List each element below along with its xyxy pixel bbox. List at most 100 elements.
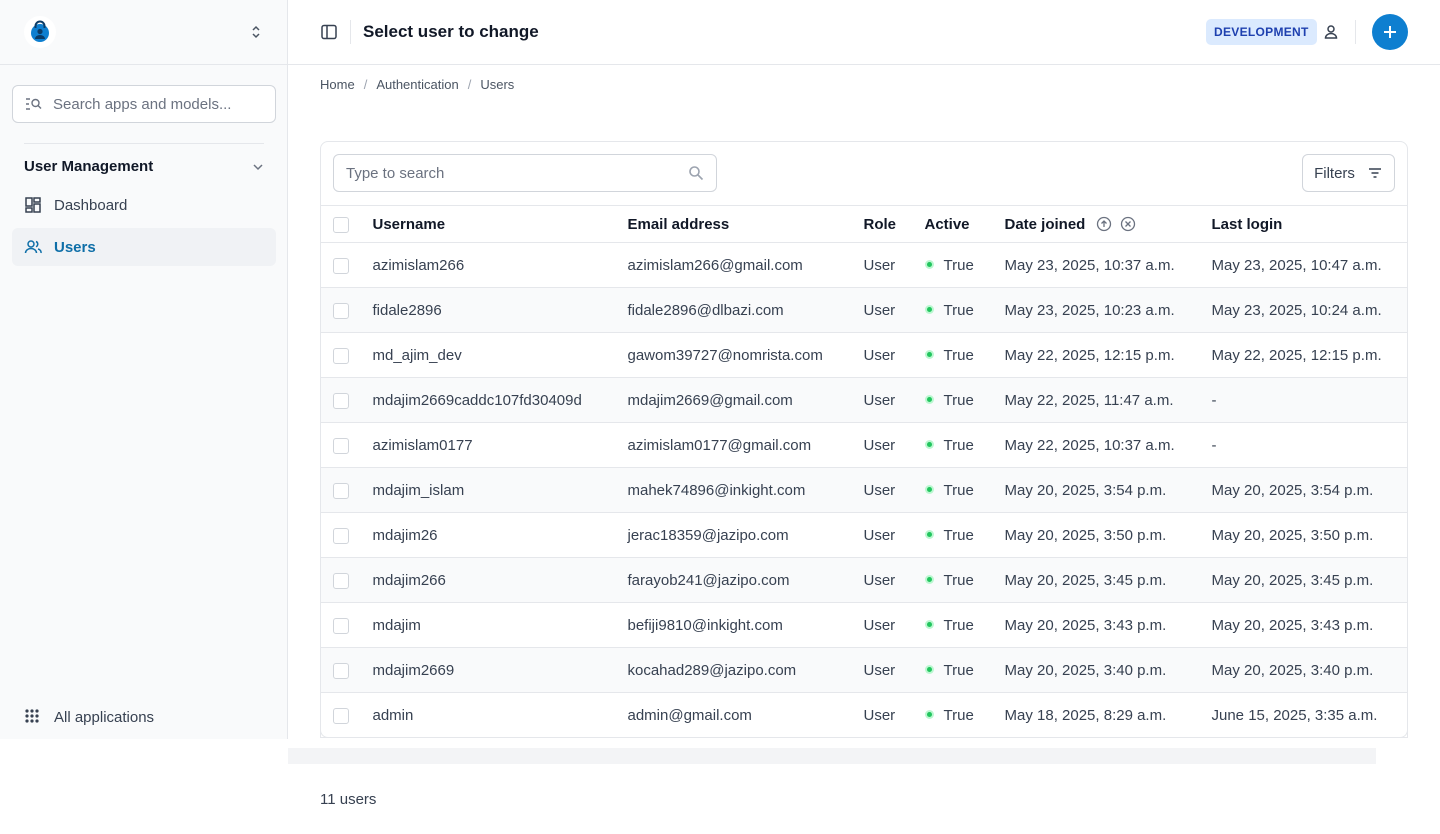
table-row[interactable]: mdajim befiji9810@inkight.com User True … [320, 602, 1408, 648]
table-row[interactable]: mdajim_islam mahek74896@inkight.com User… [320, 467, 1408, 513]
row-checkbox[interactable] [333, 392, 349, 409]
username-cell[interactable]: azimislam0177 [372, 422, 628, 468]
active-cell: True [924, 287, 1005, 333]
row-checkbox[interactable] [333, 527, 349, 544]
username-cell[interactable]: azimislam266 [372, 242, 628, 288]
table-row[interactable]: mdajim2669caddc107fd30409d mdajim2669@gm… [320, 377, 1408, 423]
username-cell[interactable]: mdajim266 [372, 557, 628, 603]
username-cell[interactable]: mdajim2669caddc107fd30409d [372, 377, 628, 423]
sidebar-group-user-management[interactable]: User Management [24, 156, 264, 176]
username-cell[interactable]: admin [372, 692, 628, 738]
user-account-icon[interactable] [1322, 23, 1340, 41]
status-dot-icon [924, 260, 934, 270]
active-cell: True [924, 647, 1005, 693]
breadcrumb-home[interactable]: Home [320, 77, 355, 92]
row-checkbox[interactable] [333, 347, 349, 364]
row-checkbox[interactable] [333, 257, 349, 274]
active-value: True [943, 391, 974, 409]
chevron-up-down-icon[interactable] [249, 22, 263, 42]
sidebar-item-dashboard[interactable]: Dashboard [12, 186, 276, 224]
sort-ascending-icon[interactable] [1096, 216, 1112, 232]
table-row[interactable]: md_ajim_dev gawom39727@nomrista.com User… [320, 332, 1408, 378]
breadcrumb-authentication[interactable]: Authentication [376, 77, 458, 92]
username-cell[interactable]: fidale2896 [372, 287, 628, 333]
row-checkbox[interactable] [333, 302, 349, 319]
table-header-row: Username Email address Role Active Date … [320, 205, 1408, 243]
status-dot-icon [924, 395, 934, 405]
table-row[interactable]: azimislam0177 azimislam0177@gmail.com Us… [320, 422, 1408, 468]
email-cell: admin@gmail.com [627, 692, 864, 738]
table-row[interactable]: mdajim26 jerac18359@jazipo.com User True… [320, 512, 1408, 558]
username-cell[interactable]: md_ajim_dev [372, 332, 628, 378]
status-dot-icon [924, 350, 934, 360]
last-login-cell: - [1211, 422, 1408, 468]
header-divider [1355, 20, 1356, 44]
role-cell: User [863, 467, 925, 513]
sidebar-toggle-icon[interactable] [320, 23, 338, 41]
status-dot-icon [924, 485, 934, 495]
last-login-cell: May 20, 2025, 3:50 p.m. [1211, 512, 1408, 558]
row-checkbox[interactable] [333, 437, 349, 454]
role-cell: User [863, 692, 925, 738]
column-username[interactable]: Username [372, 205, 628, 243]
table-row[interactable]: azimislam266 azimislam266@gmail.com User… [320, 242, 1408, 288]
remove-sort-icon[interactable] [1120, 216, 1136, 232]
last-login-cell: May 20, 2025, 3:45 p.m. [1211, 557, 1408, 603]
sidebar-search-input[interactable]: Search apps and models... [12, 85, 276, 123]
sidebar-item-users[interactable]: Users [12, 228, 276, 266]
role-cell: User [863, 512, 925, 558]
add-user-button[interactable] [1372, 14, 1408, 50]
breadcrumb: Home / Authentication / Users [320, 77, 514, 92]
date-joined-cell: May 20, 2025, 3:54 p.m. [1004, 467, 1212, 513]
all-applications-link[interactable]: All applications [12, 698, 154, 736]
select-all-checkbox[interactable] [333, 216, 349, 233]
active-value: True [943, 256, 974, 274]
username-cell[interactable]: mdajim2669 [372, 647, 628, 693]
row-checkbox[interactable] [333, 572, 349, 589]
role-cell: User [863, 422, 925, 468]
last-login-cell: May 20, 2025, 3:43 p.m. [1211, 602, 1408, 648]
status-dot-icon [924, 305, 934, 315]
status-dot-icon [924, 575, 934, 585]
horizontal-scrollbar[interactable] [288, 748, 1376, 764]
row-checkbox[interactable] [333, 707, 349, 724]
date-joined-cell: May 20, 2025, 3:40 p.m. [1004, 647, 1212, 693]
table-row[interactable]: admin admin@gmail.com User True May 18, … [320, 692, 1408, 738]
username-cell[interactable]: mdajim [372, 602, 628, 648]
role-cell: User [863, 332, 925, 378]
column-role[interactable]: Role [863, 205, 925, 243]
row-select-cell [320, 692, 373, 738]
filters-button[interactable]: Filters [1302, 154, 1395, 192]
role-cell: User [863, 242, 925, 288]
row-checkbox[interactable] [333, 617, 349, 634]
table-search-placeholder: Type to search [346, 164, 445, 182]
column-active[interactable]: Active [924, 205, 1005, 243]
row-select-cell [320, 512, 373, 558]
sidebar: Search apps and models... User Managemen… [0, 0, 288, 739]
username-cell[interactable]: mdajim_islam [372, 467, 628, 513]
status-dot-icon [924, 710, 934, 720]
row-checkbox[interactable] [333, 482, 349, 499]
column-date-joined[interactable]: Date joined [1004, 205, 1212, 243]
table-row[interactable]: fidale2896 fidale2896@dlbazi.com User Tr… [320, 287, 1408, 333]
table-row[interactable]: mdajim266 farayob241@jazipo.com User Tru… [320, 557, 1408, 603]
table-search-input[interactable]: Type to search [333, 154, 717, 192]
table-row[interactable]: mdajim2669 kocahad289@jazipo.com User Tr… [320, 647, 1408, 693]
header-divider [350, 20, 351, 44]
breadcrumb-separator: / [467, 77, 472, 92]
search-list-icon [25, 97, 43, 111]
top-header: Select user to change DEVELOPMENT [288, 0, 1440, 65]
username-cell[interactable]: mdajim26 [372, 512, 628, 558]
column-email[interactable]: Email address [627, 205, 864, 243]
active-cell: True [924, 377, 1005, 423]
sidebar-header [0, 0, 287, 65]
email-cell: fidale2896@dlbazi.com [627, 287, 864, 333]
active-cell: True [924, 242, 1005, 288]
plus-icon [1384, 26, 1396, 38]
email-cell: mahek74896@inkight.com [627, 467, 864, 513]
email-cell: gawom39727@nomrista.com [627, 332, 864, 378]
column-last-login[interactable]: Last login [1211, 205, 1408, 243]
logo-icon[interactable] [24, 16, 56, 48]
active-value: True [943, 481, 974, 499]
row-checkbox[interactable] [333, 662, 349, 679]
